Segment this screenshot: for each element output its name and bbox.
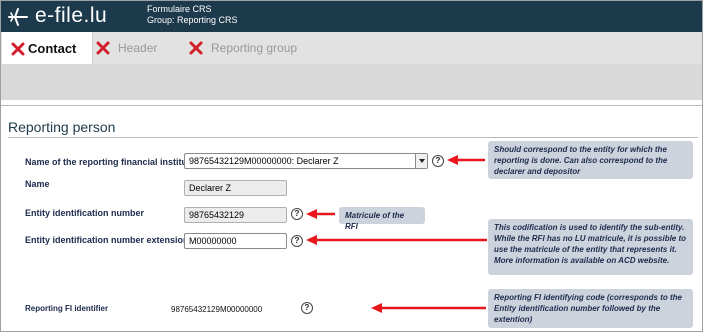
fi-identifier-label: Reporting FI identifier [25,304,109,313]
window: e-file.lu Formulaire CRS Group: Reportin… [0,0,703,332]
fi-identifier-note: Reporting FI identifying code (correspon… [488,289,693,328]
entity-id-note: Matricule of the RFI [339,207,425,231]
tab-header[interactable]: Header [94,32,157,64]
group-name: Group: Reporting CRS [147,15,238,25]
entity-id-field[interactable]: 98765432129 [184,207,287,223]
fi-identifier-value: 98765432129M00000000 [171,305,263,314]
institute-note: Should correspond to the entity for whic… [488,141,693,179]
divider [1,105,702,106]
chevron-down-icon[interactable] [415,154,427,168]
tab-reporting-group-label: Reporting group [211,41,298,55]
toolbar-band [1,64,702,100]
error-x-icon [11,42,25,55]
tab-header-label: Header [118,41,158,55]
section-title: Reporting person [8,119,116,135]
entity-ext-label: Entity identification number extension [25,235,189,245]
institute-label: Name of the reporting financial institut… [25,157,196,167]
red-arrow-icon [447,155,485,165]
help-icon[interactable]: ? [301,302,313,314]
red-arrow-icon [371,303,486,313]
top-header-bar: e-file.lu Formulaire CRS Group: Reportin… [1,1,702,32]
name-label: Name [25,179,50,189]
section-underline [8,137,698,138]
form-info: Formulaire CRS Group: Reporting CRS [147,4,238,26]
plane-logo-icon [8,8,28,26]
entity-id-label: Entity identification number [25,208,145,218]
form-name: Formulaire CRS [147,4,212,14]
red-arrow-icon [306,209,335,219]
tab-contact-label: Contact [28,41,77,56]
red-arrow-icon [306,235,487,245]
entity-ext-note: This codification is used to identify th… [488,219,693,275]
tab-bar: Contact Header Reporting group [1,32,702,65]
tab-contact[interactable]: Contact [2,32,93,65]
app-logo-text: e-file.lu [35,4,108,27]
tab-reporting-group[interactable]: Reporting group [188,32,297,64]
error-x-icon [96,41,110,55]
error-x-icon [189,41,203,55]
institute-select[interactable]: 98765432129M00000000: Declarer Z [184,153,428,169]
help-icon[interactable]: ? [432,155,444,167]
name-field[interactable]: Declarer Z [184,180,287,196]
institute-select-value: 98765432129M00000000: Declarer Z [189,156,339,166]
help-icon[interactable]: ? [291,208,303,220]
help-icon[interactable]: ? [291,235,303,247]
entity-ext-field[interactable]: M00000000 [184,233,287,249]
